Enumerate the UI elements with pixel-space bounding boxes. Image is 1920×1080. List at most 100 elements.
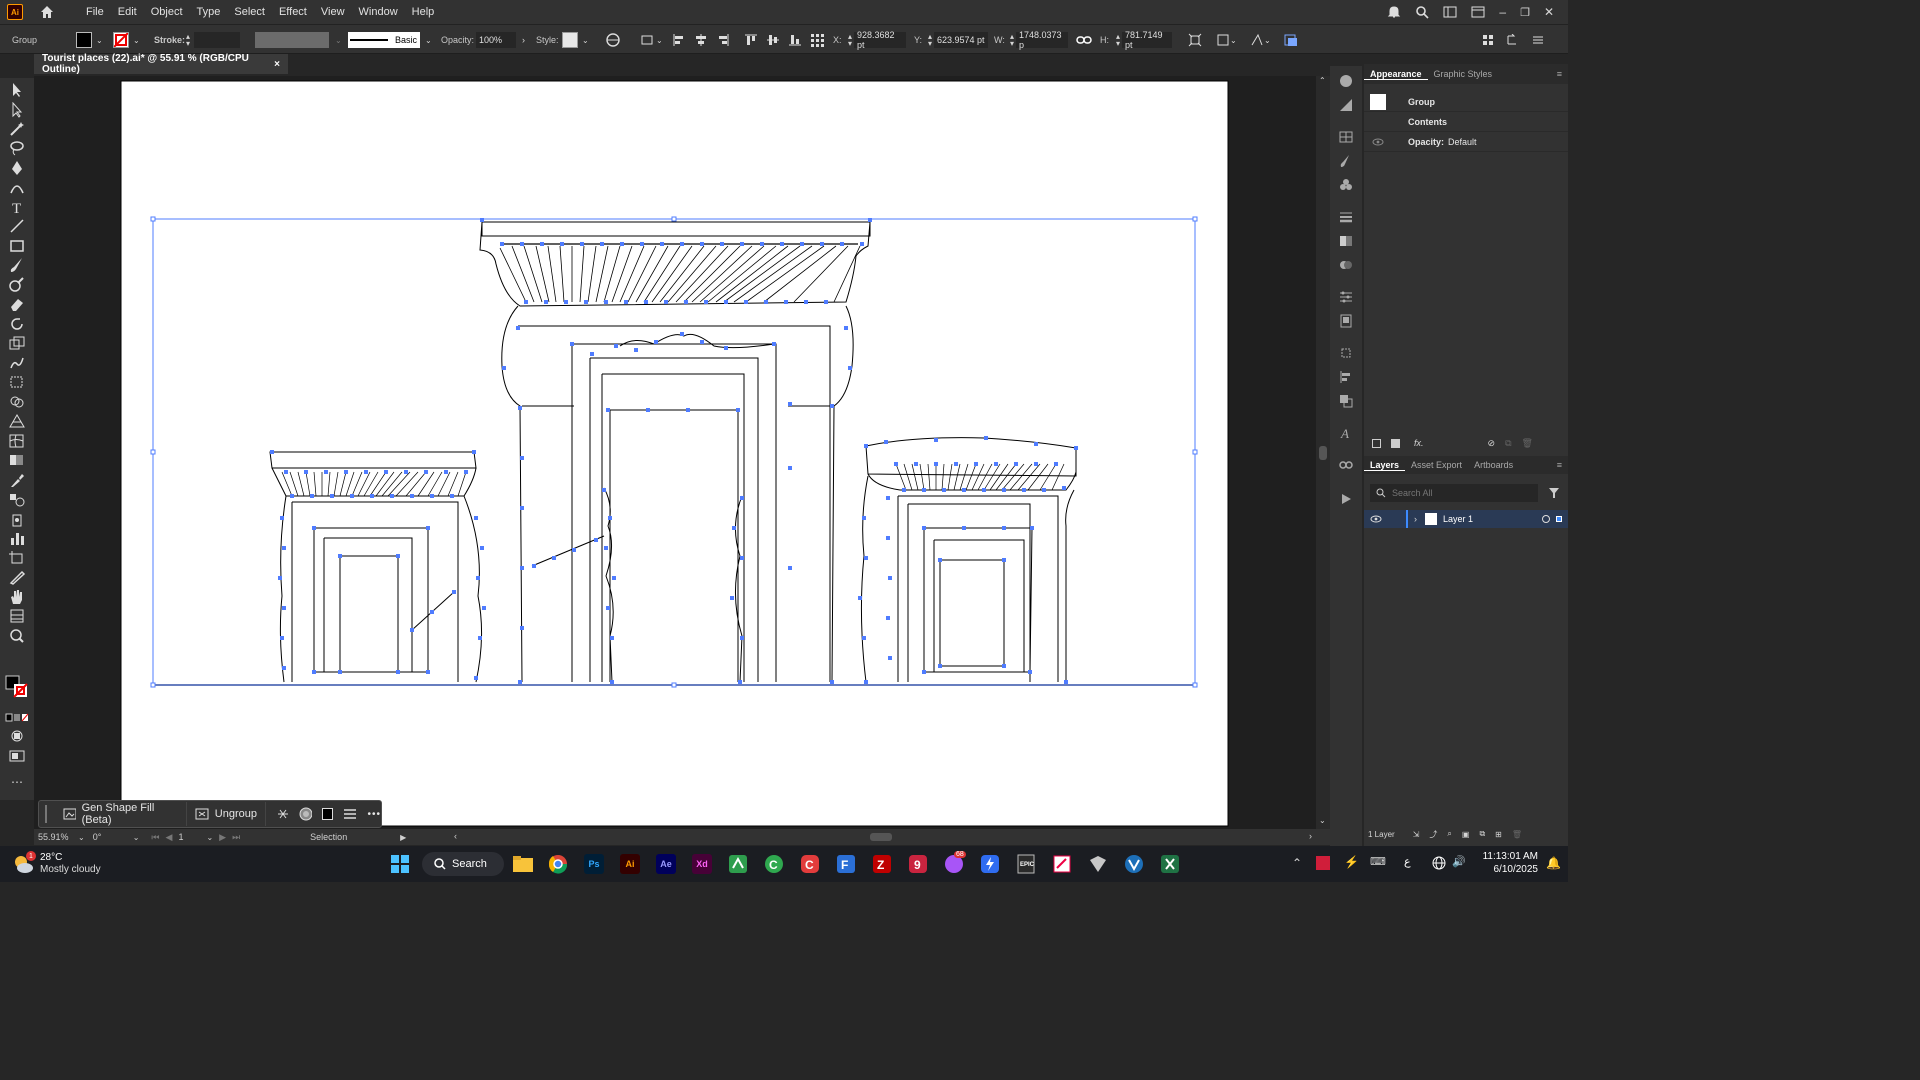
color-mode-icons[interactable] [4, 713, 30, 723]
transparency-icon[interactable] [1339, 258, 1353, 272]
layer-selected-indicator[interactable] [1556, 516, 1562, 522]
handle-middle-left[interactable] [150, 449, 156, 455]
add-stroke-icon[interactable] [1372, 438, 1381, 448]
close-tab-icon[interactable]: × [274, 59, 280, 70]
variable-width-profile[interactable] [255, 32, 329, 48]
language-indicator[interactable]: ع [1404, 855, 1411, 868]
layers-search-input[interactable] [1392, 488, 1532, 498]
menu-view[interactable]: View [314, 6, 352, 18]
gradient-panel-icon[interactable] [1339, 234, 1353, 248]
panel-menu-icon[interactable]: ≡ [1551, 460, 1568, 470]
color-guide-icon[interactable] [1339, 98, 1353, 112]
appearance-opacity-row[interactable]: Opacity: Default [1364, 132, 1568, 152]
handle-bottom-middle[interactable] [671, 682, 677, 688]
lasso-tool-icon[interactable] [8, 140, 26, 156]
notification-bell-icon[interactable]: 🔔 [1546, 856, 1561, 870]
pathfinder-icon[interactable] [1339, 394, 1353, 408]
xd-app[interactable]: Xd [692, 854, 712, 874]
new-sublayer-icon[interactable]: ⧉ [1479, 829, 1485, 839]
volume-icon[interactable]: 🔊 [1452, 855, 1466, 868]
fill-stroke-indicator[interactable] [4, 672, 30, 700]
tab-asset-export[interactable]: Asset Export [1405, 460, 1468, 470]
vertical-scroll-thumb[interactable] [1319, 446, 1327, 460]
curvature-tool-icon[interactable] [8, 179, 26, 195]
stepper-icon[interactable]: ▴ ▾ [1010, 33, 1014, 48]
align-menu-icon[interactable] [343, 808, 356, 820]
links-icon[interactable] [1339, 458, 1353, 472]
magic-wand-tool-icon[interactable] [8, 121, 26, 137]
layer-row[interactable]: › Layer 1 [1364, 510, 1568, 528]
tab-artboards[interactable]: Artboards [1468, 460, 1519, 470]
brush-definition[interactable]: Basic [348, 32, 420, 48]
delete-layer-icon[interactable]: 🗑 [1512, 830, 1522, 839]
draw-mode-icon[interactable] [8, 728, 26, 744]
zoom-tool-icon[interactable] [8, 628, 26, 644]
next-artboard-icon[interactable]: ▶ [219, 832, 226, 843]
tab-graphic-styles[interactable]: Graphic Styles [1428, 69, 1499, 79]
menu-edit[interactable]: Edit [111, 6, 144, 18]
transform-icon[interactable] [1188, 33, 1202, 47]
line-tool-icon[interactable] [8, 218, 26, 234]
last-artboard-icon[interactable]: ⏭ [232, 832, 240, 843]
character-icon[interactable]: A [1339, 426, 1353, 440]
illustrator-app[interactable]: Ai [620, 854, 640, 874]
stroke-panel-icon[interactable] [1339, 210, 1353, 224]
canvas-area[interactable] [34, 76, 1316, 829]
gradient-tool-icon[interactable] [8, 452, 26, 468]
chevron-down-icon[interactable]: ⌄ [425, 36, 432, 45]
appearance-group-row[interactable]: Group [1364, 92, 1568, 112]
photoshop-app[interactable]: Ps [584, 854, 604, 874]
new-layer-icon[interactable]: ⊞ [1495, 830, 1502, 839]
align-right-icon[interactable] [716, 33, 730, 47]
layers-search-box[interactable] [1370, 484, 1538, 502]
mesh-tool-icon[interactable] [8, 433, 26, 449]
scale-tool-icon[interactable] [8, 335, 26, 351]
chevron-right-icon[interactable]: › [522, 35, 525, 45]
more-tools-icon[interactable]: ⋯ [8, 774, 26, 790]
align-to-icon[interactable] [640, 33, 654, 47]
vpn-app-icon[interactable] [1088, 854, 1108, 874]
pen-tool-icon[interactable] [8, 160, 26, 176]
appearance-contents-row[interactable]: Contents [1364, 112, 1568, 132]
gen-shape-fill-button[interactable]: Gen Shape Fill (Beta) [55, 802, 187, 826]
stepper-icon[interactable]: ▴ ▾ [928, 33, 932, 48]
filezilla-icon[interactable]: Z [872, 854, 892, 874]
scroll-left-icon[interactable]: ‹ [454, 831, 457, 841]
chevron-down-icon[interactable]: ⌄ [96, 36, 103, 45]
transform-panel-icon[interactable] [1339, 346, 1353, 360]
grid-layout-icon[interactable] [1482, 34, 1494, 46]
chevron-down-icon[interactable]: ⌄ [656, 36, 663, 45]
tray-app-icon[interactable] [1316, 856, 1330, 870]
hand-tool-icon[interactable] [8, 589, 26, 605]
selection-tool-icon[interactable] [8, 82, 26, 98]
isolate-icon[interactable]: ⌄ [1216, 33, 1236, 47]
libraries-icon[interactable] [1339, 314, 1353, 328]
rotation-field[interactable]: 0° [93, 832, 133, 842]
artboard-tool-icon[interactable] [8, 550, 26, 566]
graphic-style-swatch[interactable] [562, 32, 578, 48]
clipping-mask-icon[interactable]: ▣ [1462, 830, 1470, 839]
tray-lightning-icon[interactable]: ⚡ [1344, 855, 1359, 869]
swatches-icon[interactable] [1339, 130, 1353, 144]
align-top-icon[interactable] [744, 33, 758, 47]
perspective-grid-tool-icon[interactable] [8, 413, 26, 429]
stroke-weight-input[interactable] [194, 32, 241, 48]
menu-help[interactable]: Help [405, 6, 442, 18]
keyboard-icon[interactable]: ⌨ [1370, 855, 1386, 868]
close-icon[interactable]: ✕ [1544, 5, 1554, 19]
vertical-scrollbar[interactable]: ⌃ ⌄ [1316, 76, 1330, 829]
type-tool-icon[interactable]: T [8, 199, 26, 215]
menu-file[interactable]: File [79, 6, 111, 18]
status-menu-icon[interactable]: ▶ [400, 833, 406, 842]
chevron-down-icon[interactable]: ⌄ [582, 36, 589, 45]
menu-window[interactable]: Window [352, 6, 405, 18]
clear-appearance-icon[interactable]: ⊘ [1488, 438, 1496, 449]
layer-target-icon[interactable] [1542, 515, 1550, 523]
opacity-input[interactable]: 100% [476, 32, 516, 48]
symbols-icon[interactable] [1339, 178, 1353, 192]
stepper-icon[interactable]: ▴ ▾ [1116, 33, 1120, 48]
layer-visibility-eye-icon[interactable] [1370, 514, 1382, 524]
chevron-down-icon[interactable]: ⌄ [335, 36, 342, 45]
menu-object[interactable]: Object [144, 6, 190, 18]
maximize-icon[interactable]: ❐ [1520, 6, 1530, 19]
